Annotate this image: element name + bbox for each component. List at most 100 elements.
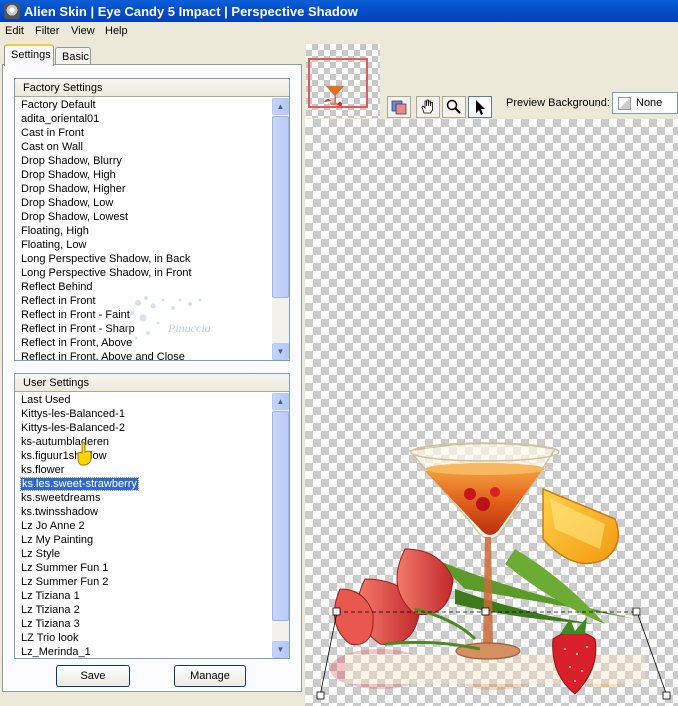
factory-list-item-label: Factory Default xyxy=(21,99,96,111)
alien-skin-app-icon xyxy=(4,3,20,19)
factory-list-item-label: Drop Shadow, Low xyxy=(21,197,114,209)
scroll-up-arrow-icon[interactable]: ▲ xyxy=(272,393,289,410)
cocktail-thumbnail-icon xyxy=(324,85,345,106)
menu-view[interactable]: View xyxy=(71,25,95,37)
tab-basic[interactable]: Basic xyxy=(55,47,91,65)
factory-list-item-label: Drop Shadow, Lowest xyxy=(21,211,129,223)
factory-list-item[interactable]: Reflect in Front xyxy=(15,294,272,308)
user-list-item[interactable]: Lz Tiziana 2 xyxy=(15,603,272,617)
arrow-select-icon[interactable] xyxy=(468,96,492,118)
factory-list-item[interactable]: Cast in Front xyxy=(15,126,272,140)
factory-list-item[interactable]: Reflect in Front, Above xyxy=(15,336,272,350)
user-list-item-label: Lz Style xyxy=(21,548,61,560)
factory-list-item-label: Cast in Front xyxy=(21,127,84,139)
user-list-item[interactable]: Kittys-les-Balanced-2 xyxy=(15,421,272,435)
factory-list-item-label: Drop Shadow, Blurry xyxy=(21,155,122,167)
user-list-item-label: Lz Tiziana 1 xyxy=(21,590,80,602)
factory-list-item[interactable]: Reflect in Front, Above and Close xyxy=(15,350,272,360)
menu-edit[interactable]: Edit xyxy=(5,25,24,37)
user-list-item-label: Kittys-les-Balanced-2 xyxy=(21,422,125,434)
tab-settings[interactable]: Settings xyxy=(4,44,54,66)
factory-list-item[interactable]: Long Perspective Shadow, in Back xyxy=(15,252,272,266)
factory-list-item[interactable]: Floating, Low xyxy=(15,238,272,252)
factory-list-item[interactable]: Reflect in Front - Sharp xyxy=(15,322,272,336)
factory-settings-list: Factory Settings Factory Default adita_or… xyxy=(14,78,290,361)
title-bar: Alien Skin | Eye Candy 5 Impact | Perspe… xyxy=(0,0,678,22)
user-list-item-label: Lz Tiziana 3 xyxy=(21,618,80,630)
factory-list-item[interactable]: Drop Shadow, Higher xyxy=(15,182,272,196)
save-button[interactable]: Save xyxy=(56,665,130,687)
factory-list-item[interactable]: adita_oriental01 xyxy=(15,112,272,126)
factory-list-item[interactable]: Floating, High xyxy=(15,224,272,238)
user-list-item-label: Lz Jo Anne 2 xyxy=(21,520,85,532)
user-list-item-label: ks.sweetdreams xyxy=(21,492,101,504)
user-list-item[interactable]: ks-autumbladeren xyxy=(15,435,272,449)
hand-pan-icon[interactable] xyxy=(416,96,440,118)
user-list-item[interactable]: ks.sweetdreams xyxy=(15,491,272,505)
preview-canvas[interactable] xyxy=(305,119,678,706)
pointing-hand-cursor-icon xyxy=(77,441,92,466)
user-list-item[interactable]: Lz Style xyxy=(15,547,272,561)
scroll-down-arrow-icon[interactable]: ▼ xyxy=(272,641,289,658)
user-list-item[interactable]: ks.flower xyxy=(15,463,272,477)
factory-list-item[interactable]: Factory Default xyxy=(15,98,272,112)
factory-list-item[interactable]: Drop Shadow, Blurry xyxy=(15,154,272,168)
factory-list-item-label: adita_oriental01 xyxy=(21,113,100,125)
factory-settings-header: Factory Settings xyxy=(15,79,289,97)
user-list-item-label: Lz Tiziana 2 xyxy=(21,604,80,616)
user-scrollbar[interactable]: ▲ ▼ xyxy=(272,393,289,658)
user-list-item-label: LZ Trio look xyxy=(21,632,79,644)
user-list-item[interactable]: LZ Trio look xyxy=(15,631,272,645)
factory-list-item[interactable]: Drop Shadow, Low xyxy=(15,196,272,210)
preview-toggle-icon[interactable] xyxy=(387,96,411,118)
cocktail-preview-image xyxy=(316,442,671,700)
factory-list-item-label: Reflect in Front xyxy=(21,295,96,307)
user-list-item[interactable]: Lz Jo Anne 2 xyxy=(15,519,272,533)
user-list-item[interactable]: ks.twinsshadow xyxy=(15,505,272,519)
factory-list-item-label: Reflect in Front, Above and Close xyxy=(21,351,185,360)
factory-list-item[interactable]: Drop Shadow, High xyxy=(15,168,272,182)
scroll-up-arrow-icon[interactable]: ▲ xyxy=(272,98,289,115)
factory-list-item[interactable]: Drop Shadow, Lowest xyxy=(15,210,272,224)
factory-list-item-label: Reflect in Front, Above xyxy=(21,337,133,349)
menu-filter[interactable]: Filter xyxy=(35,25,59,37)
factory-list-item-label: Reflect in Front - Faint xyxy=(21,309,130,321)
user-list-item[interactable]: Lz Summer Fun 2 xyxy=(15,575,272,589)
factory-list-item[interactable]: Reflect in Front - Faint xyxy=(15,308,272,322)
user-list-item-label: ks.twinsshadow xyxy=(21,506,99,518)
user-list-item[interactable]: Lz My Painting xyxy=(15,533,272,547)
manage-button[interactable]: Manage xyxy=(174,665,246,687)
preview-background-label: Preview Background: xyxy=(506,97,610,109)
factory-list-item[interactable]: Reflect Behind xyxy=(15,280,272,294)
scroll-thumb[interactable] xyxy=(272,411,289,621)
factory-list-item-label: Cast on Wall xyxy=(21,141,83,153)
navigator-thumbnail[interactable] xyxy=(306,44,380,118)
user-list-item[interactable]: ks.figuur1shadow xyxy=(15,449,272,463)
user-list-item[interactable]: Lz Summer Fun 1 xyxy=(15,561,272,575)
user-list-item[interactable]: Lz Tiziana 1 xyxy=(15,589,272,603)
user-list-item[interactable]: Kittys-les-Balanced-1 xyxy=(15,407,272,421)
scroll-down-arrow-icon[interactable]: ▼ xyxy=(272,343,289,360)
factory-list-item-label: Reflect Behind xyxy=(21,281,93,293)
user-list-item[interactable]: Lz Tiziana 3 xyxy=(15,617,272,631)
user-list-item[interactable]: ks.les.sweet-strawberry xyxy=(15,477,272,491)
user-list-item-label: Lz Summer Fun 1 xyxy=(21,562,109,574)
user-list-item[interactable]: Last Used xyxy=(15,393,272,407)
factory-list-item-label: Reflect in Front - Sharp xyxy=(21,323,135,335)
preview-background-select[interactable]: None xyxy=(612,92,678,114)
user-list-item-label: ks.flower xyxy=(21,464,65,476)
user-list-item[interactable]: Lz_Merinda_1 xyxy=(15,645,272,658)
menu-help[interactable]: Help xyxy=(105,25,128,37)
user-list-item-label: Last Used xyxy=(21,394,71,406)
scroll-thumb[interactable] xyxy=(272,116,289,298)
user-list-item-label: Lz My Painting xyxy=(21,534,94,546)
factory-list-item-label: Drop Shadow, High xyxy=(21,169,116,181)
user-settings-list: User Settings Last Used Kittys-les-Balanc… xyxy=(14,373,290,659)
factory-list-item-label: Floating, High xyxy=(21,225,89,237)
factory-list-item[interactable]: Long Perspective Shadow, in Front xyxy=(15,266,272,280)
user-settings-header: User Settings xyxy=(15,374,289,392)
factory-list-item[interactable]: Cast on Wall xyxy=(15,140,272,154)
menu-bar: Edit Filter View Help xyxy=(0,22,678,42)
factory-scrollbar[interactable]: ▲ ▼ xyxy=(272,98,289,360)
zoom-magnifier-icon[interactable] xyxy=(442,96,466,118)
